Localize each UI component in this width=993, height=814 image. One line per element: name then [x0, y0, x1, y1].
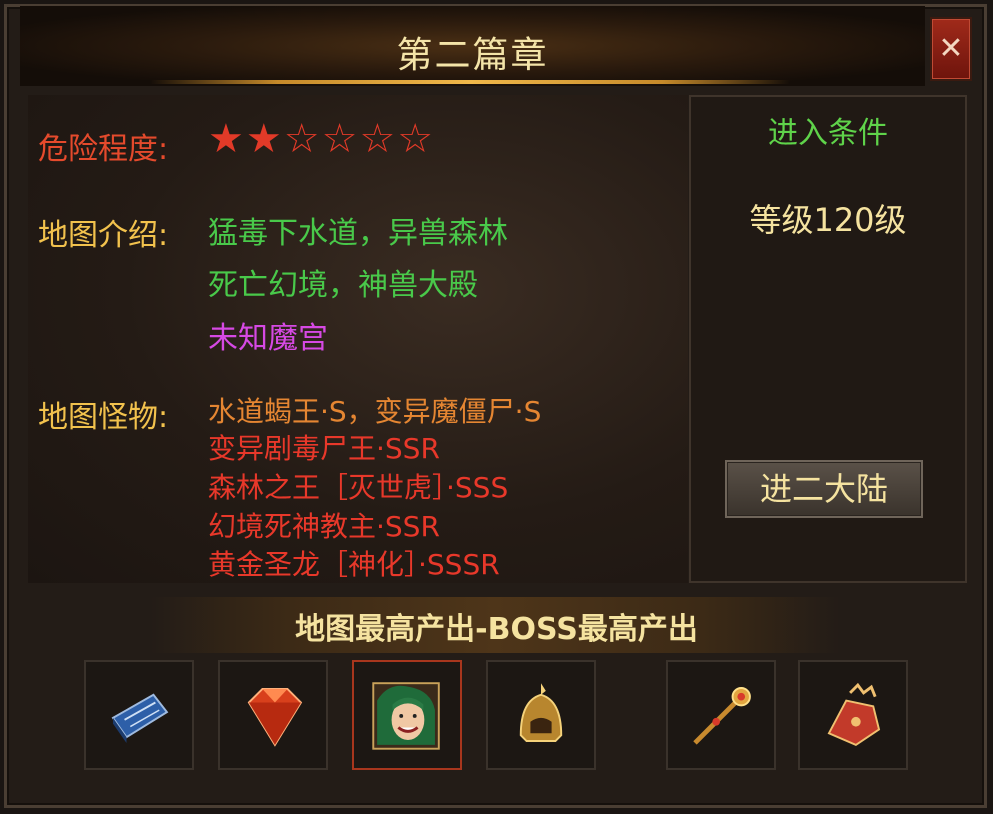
close-icon: ✕: [938, 31, 964, 66]
star-empty-icon: ☆: [283, 116, 322, 162]
red-gauntlet-icon: [827, 682, 881, 746]
drop-slot[interactable]: [352, 660, 462, 770]
drop-slot[interactable]: [486, 660, 596, 770]
title-underline: [150, 80, 790, 84]
drop-slot[interactable]: [218, 660, 328, 770]
entry-requirement: 等级120级: [749, 201, 907, 239]
drop-slot[interactable]: [666, 660, 776, 770]
danger-label: 危险程度:: [38, 132, 169, 167]
monster-line: 幻境死神教主·SSR: [208, 510, 440, 543]
entry-title: 进入条件: [768, 116, 888, 151]
intro-label: 地图介绍:: [38, 218, 169, 253]
intro-line: 猛毒下水道，异兽森林: [208, 216, 508, 251]
monster-line: 黄金圣龙［神化］·SSSR: [208, 548, 500, 581]
monsters-label: 地图怪物:: [38, 400, 169, 435]
star-filled-icon: ★: [245, 116, 284, 162]
monster-line: 森林之王［灭世虎］·SSS: [208, 471, 509, 504]
star-empty-icon: ☆: [359, 116, 398, 162]
star-empty-icon: ☆: [397, 116, 436, 162]
monster-line: 变异剧毒尸王·SSR: [208, 432, 440, 465]
golden-helmet-icon: [519, 683, 563, 742]
hero-portrait-icon: [372, 682, 440, 750]
enter-continent-button[interactable]: 进二大陆: [725, 460, 923, 518]
intro-line: 未知魔宫: [208, 321, 328, 356]
blue-book-icon: [111, 693, 169, 743]
star-empty-icon: ☆: [321, 116, 360, 162]
intro-line: 死亡幻境，神兽大殿: [208, 268, 478, 303]
title-bar: 第二篇章: [20, 6, 925, 86]
dialog-title: 第二篇章: [396, 35, 549, 76]
monster-line: 水道蝎王·S，变异魔僵尸·S: [208, 395, 542, 428]
star-filled-icon: ★: [208, 116, 246, 162]
close-button[interactable]: ✕: [930, 17, 972, 81]
red-gem-icon: [247, 688, 303, 747]
drop-slot[interactable]: [798, 660, 908, 770]
drop-slot[interactable]: [84, 660, 194, 770]
golden-scepter-icon: [693, 687, 751, 745]
danger-stars: ★★☆☆☆☆: [208, 116, 435, 162]
drops-title: 地图最高产出-BOSS最高产出: [295, 612, 698, 647]
